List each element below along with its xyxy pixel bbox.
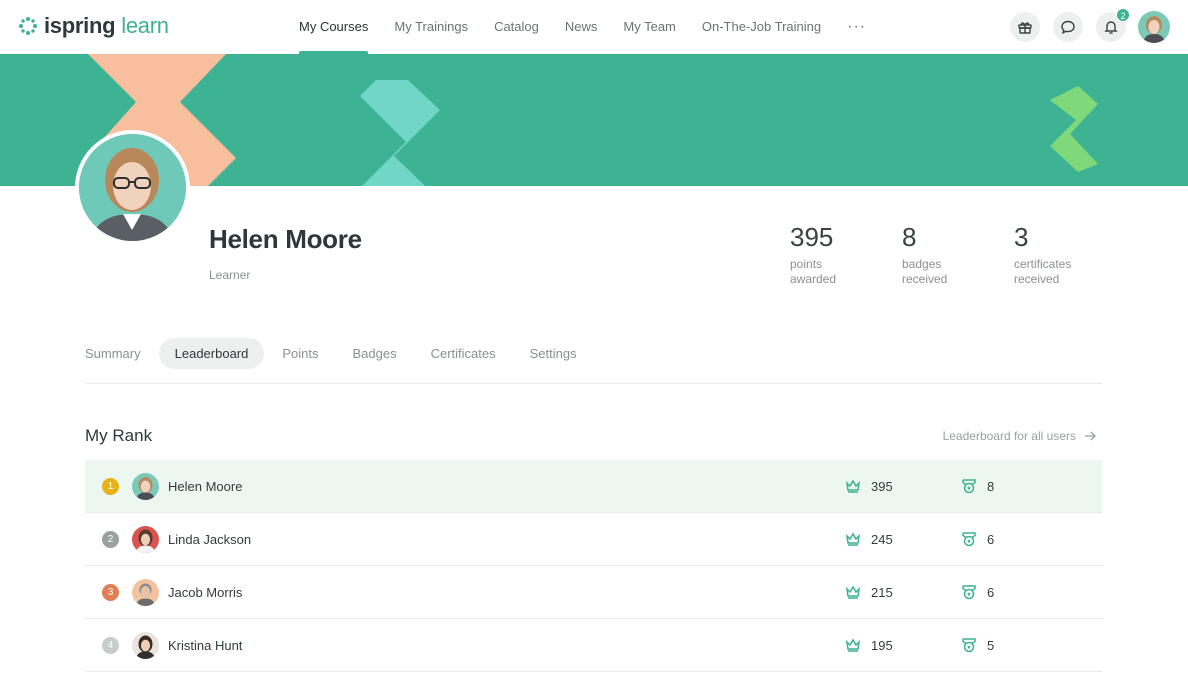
profile-name: Helen Moore — [209, 224, 362, 254]
rank-list: 1 Helen Moore 395 8 2 Linda Jackson 245 … — [85, 460, 1102, 672]
section-title-my-rank: My Rank — [85, 426, 153, 445]
gift-icon — [1018, 22, 1032, 34]
stat-points-value: 395 — [790, 222, 834, 252]
tab-points[interactable]: Points — [266, 338, 334, 369]
chat-bubble-icon — [1061, 20, 1075, 35]
notifications-count-badge: 2 — [1116, 8, 1130, 22]
rank-user-name[interactable]: Linda Jackson — [168, 532, 251, 547]
ispring-learn-logo[interactable]: ispring learn — [18, 12, 169, 40]
leaderboard-all-users-link[interactable]: Leaderboard for all users — [943, 429, 1096, 443]
stat-certificates: 3 certificates received — [1014, 222, 1084, 287]
badge-medal-icon — [962, 638, 976, 653]
rank-row[interactable]: 2 Linda Jackson 245 6 — [85, 513, 1102, 566]
nav-news[interactable]: News — [552, 0, 611, 54]
avatar — [132, 525, 159, 553]
profile-avatar — [79, 134, 186, 241]
rank-position-badge: 2 — [102, 530, 119, 548]
rank-badges-value: 6 — [987, 584, 995, 600]
profile-role: Learner — [209, 268, 251, 282]
badge-medal-icon — [962, 479, 976, 494]
rank-position-badge: 1 — [102, 477, 119, 495]
tab-badges[interactable]: Badges — [337, 338, 413, 369]
avatar — [132, 631, 159, 659]
stat-badges-value: 8 — [902, 222, 917, 252]
rank-points-value: 395 — [871, 478, 893, 494]
rank-row[interactable]: 1 Helen Moore 395 8 — [85, 460, 1102, 513]
rank-user-name[interactable]: Jacob Morris — [168, 585, 242, 600]
nav-catalog[interactable]: Catalog — [481, 0, 552, 54]
tab-settings[interactable]: Settings — [514, 338, 593, 369]
gift-button[interactable] — [1010, 12, 1040, 42]
rank-badges-value: 5 — [987, 637, 995, 653]
bell-icon — [1104, 21, 1118, 34]
rank-points-value: 245 — [871, 531, 893, 547]
top-right-actions: 2 — [997, 8, 1170, 43]
badge-medal-icon — [962, 585, 976, 600]
rank-row[interactable]: 3 Jacob Morris 215 6 — [85, 566, 1102, 619]
nav-my-team[interactable]: My Team — [610, 0, 689, 54]
crown-icon — [845, 638, 861, 652]
top-navigation-bar: ispring learn My Courses My Trainings Ca… — [0, 0, 1188, 54]
stat-points: 395 points awarded — [790, 222, 860, 287]
nav-more-icon[interactable]: ··· — [834, 0, 870, 54]
crown-icon — [845, 479, 861, 493]
rank-points-value: 195 — [871, 637, 893, 653]
rank-user-name[interactable]: Helen Moore — [168, 479, 242, 494]
stat-certificates-label: certificates received — [1014, 257, 1072, 286]
profile-photo — [75, 130, 190, 245]
tab-leaderboard[interactable]: Leaderboard — [158, 338, 265, 369]
leaderboard-all-users-label: Leaderboard for all users — [942, 429, 1076, 443]
avatar — [132, 472, 159, 500]
avatar — [1138, 11, 1170, 43]
logo-text-ispring: ispring — [44, 13, 116, 38]
avatar — [132, 578, 159, 606]
nav-my-courses[interactable]: My Courses — [286, 0, 381, 54]
stat-badges: 8 badges received — [902, 222, 972, 287]
arrow-right-icon — [1085, 431, 1096, 441]
user-avatar-menu[interactable] — [1138, 11, 1170, 43]
main-nav: My Courses My Trainings Catalog News My … — [286, 0, 870, 54]
rank-user-name[interactable]: Kristina Hunt — [168, 638, 242, 653]
stat-certificates-value: 3 — [1014, 222, 1029, 252]
rank-position-badge: 3 — [102, 583, 119, 601]
rank-badges-value: 8 — [987, 478, 995, 494]
nav-on-the-job-training[interactable]: On-The-Job Training — [689, 0, 834, 54]
tab-certificates[interactable]: Certificates — [415, 338, 512, 369]
stat-points-label: points awarded — [790, 257, 837, 286]
crown-icon — [845, 532, 861, 546]
logo-spark-icon — [19, 17, 37, 35]
badge-medal-icon — [962, 532, 976, 547]
rank-row[interactable]: 4 Kristina Hunt 195 5 — [85, 619, 1102, 672]
tabs-divider — [85, 383, 1102, 384]
nav-my-trainings[interactable]: My Trainings — [381, 0, 481, 54]
profile-tabs: Summary Leaderboard Points Badges Certif… — [85, 338, 595, 369]
messages-button[interactable] — [1053, 12, 1083, 42]
rank-points-value: 215 — [871, 584, 893, 600]
crown-icon — [845, 585, 861, 599]
rank-badges-value: 6 — [987, 531, 995, 547]
notifications-button[interactable]: 2 — [1096, 8, 1130, 42]
stat-badges-label: badges received — [902, 257, 948, 286]
tab-summary[interactable]: Summary — [85, 338, 157, 369]
rank-position-badge: 4 — [102, 636, 119, 654]
logo-text-learn: learn — [121, 13, 169, 38]
